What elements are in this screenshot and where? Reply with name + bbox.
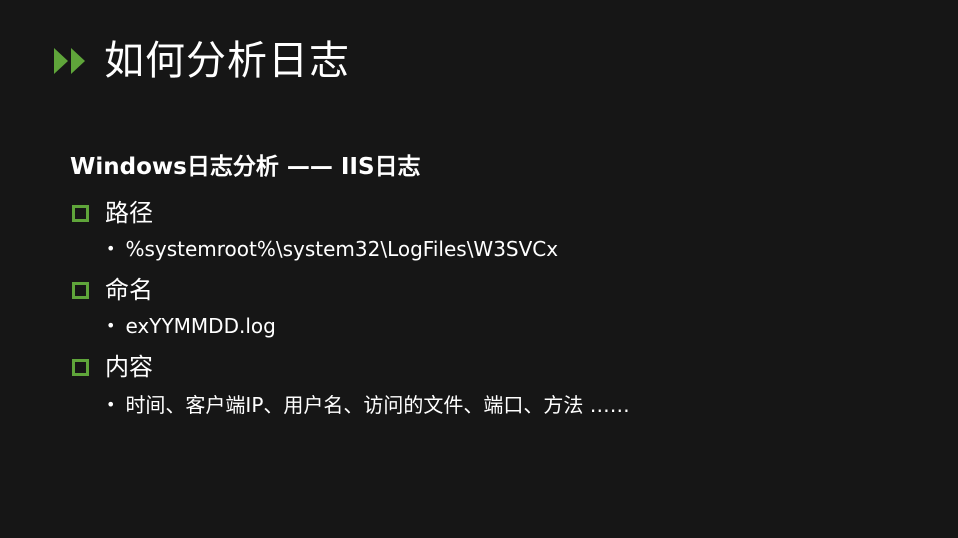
bullet-text-path: %systemroot%\system32\LogFiles\W3SVCx [125, 237, 559, 261]
section-label-content: 内容 [105, 353, 153, 381]
bullet-item-naming: • exYYMMDD.log [106, 312, 276, 340]
slide: 如何分析日志 Windows日志分析 —— IIS日志 路径 • %system… [0, 0, 958, 538]
section-path: 路径 [70, 196, 153, 230]
title-row: 如何分析日志 [52, 34, 350, 88]
bullet-item-path: • %systemroot%\system32\LogFiles\W3SVCx [106, 235, 558, 263]
section-label-naming: 命名 [105, 276, 153, 304]
bullet-text-content: 时间、客户端IP、用户名、访问的文件、端口、方法 …… [125, 393, 630, 417]
hollow-square-bullet-icon [72, 204, 89, 222]
section-content: 内容 [70, 350, 153, 384]
bullet-dot-icon: • [106, 395, 116, 414]
bullet-dot-icon: • [106, 316, 116, 335]
section-heading: Windows日志分析 —— IIS日志 [70, 154, 421, 180]
bullet-text-naming: exYYMMDD.log [125, 314, 276, 338]
section-label-path: 路径 [105, 199, 153, 227]
hollow-square-bullet-icon [72, 281, 89, 299]
hollow-square-bullet-icon [72, 358, 89, 376]
bullet-item-content: • 时间、客户端IP、用户名、访问的文件、端口、方法 …… [106, 391, 630, 419]
section-naming: 命名 [70, 273, 153, 307]
page-title: 如何分析日志 [104, 38, 350, 84]
bullet-dot-icon: • [106, 239, 116, 258]
double-chevron-right-icon [54, 48, 85, 74]
